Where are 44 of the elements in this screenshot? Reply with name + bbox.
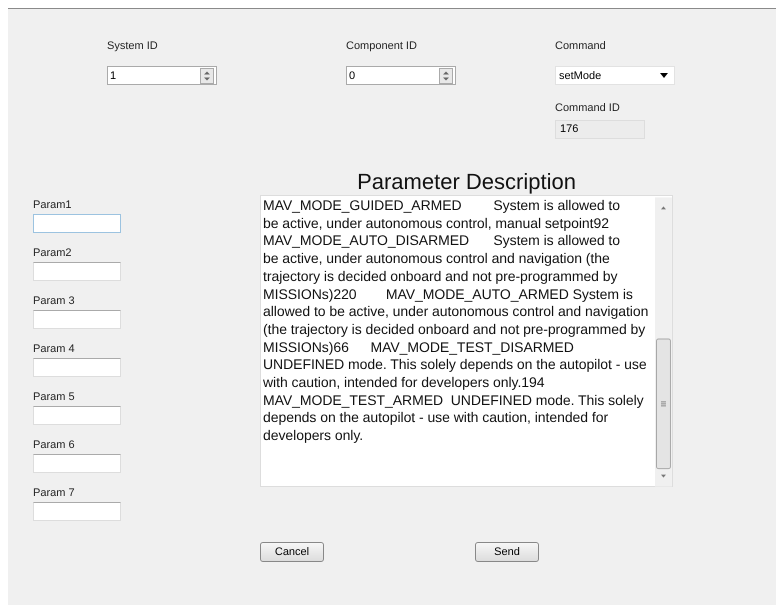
description-line: MAV_MODE_AUTO_DISARMED System is allowed to [263, 232, 621, 250]
description-line: be active, under autonomous control, manual setpoint92 [263, 214, 610, 232]
field-label: Param 4 [33, 342, 76, 356]
description-line: developers only. [263, 427, 364, 445]
description-line: MAV_MODE_GUIDED_ARMED System is allowed to [263, 197, 621, 215]
input-field[interactable] [33, 454, 121, 473]
field-label: Param1 [33, 198, 73, 212]
description-line: trajectory is decided onboard and not pre-programmed by [263, 268, 618, 286]
description-line: with caution, intended for developers only.194 [263, 374, 546, 392]
read-only-field: 176 [555, 120, 645, 139]
field-label: System ID [107, 39, 159, 53]
dialog-button[interactable]: Send [475, 542, 539, 562]
description-line: MISSIONs)220 MAV_MODE_AUTO_ARMED System is [263, 286, 634, 304]
dialog-button[interactable]: Cancel [260, 542, 324, 562]
field-label: Param 3 [33, 294, 76, 308]
description-line: (the trajectory is decided onboard and not pre-programmed by [263, 320, 646, 339]
input-field[interactable] [33, 406, 121, 425]
input-field[interactable] [33, 262, 121, 281]
number-field[interactable]: 1 [107, 66, 217, 85]
spinner-arrows-icon[interactable] [439, 68, 453, 84]
section-title: Parameter Description [356, 169, 577, 195]
dropdown-caret-icon[interactable] [660, 73, 668, 78]
description-line: be active, under autonomous control and navigation (the [263, 250, 611, 268]
field-label: Param2 [33, 246, 73, 260]
field-label: Param 7 [33, 486, 76, 500]
number-field[interactable]: 0 [346, 66, 456, 85]
description-line: depends on the autopilot - use with caution, intended for [263, 409, 610, 428]
input-field[interactable] [33, 310, 121, 329]
description-line: allowed to be active, under autonomous control and navigation [263, 303, 650, 321]
command-dropdown[interactable]: setMode [555, 66, 675, 85]
field-label: Component ID [346, 39, 418, 53]
description-line: MAV_MODE_TEST_ARMED UNDEFINED mode. This solely [263, 392, 645, 410]
field-label: Param 5 [33, 390, 76, 404]
field-label: Command [555, 39, 607, 53]
scrollbar-drawing[interactable] [655, 197, 672, 487]
input-field[interactable] [33, 502, 121, 521]
field-label: Param 6 [33, 438, 76, 452]
input-field[interactable] [33, 214, 121, 233]
description-text-area[interactable] [260, 195, 673, 487]
input-field[interactable] [33, 358, 121, 377]
description-line: MISSIONs)66 MAV_MODE_TEST_DISARMED [263, 338, 575, 356]
spinner-arrows-icon[interactable] [200, 68, 214, 84]
field-label: Command ID [555, 101, 621, 115]
description-line: UNDEFINED mode. This solely depends on the autopilot - use [263, 356, 648, 374]
